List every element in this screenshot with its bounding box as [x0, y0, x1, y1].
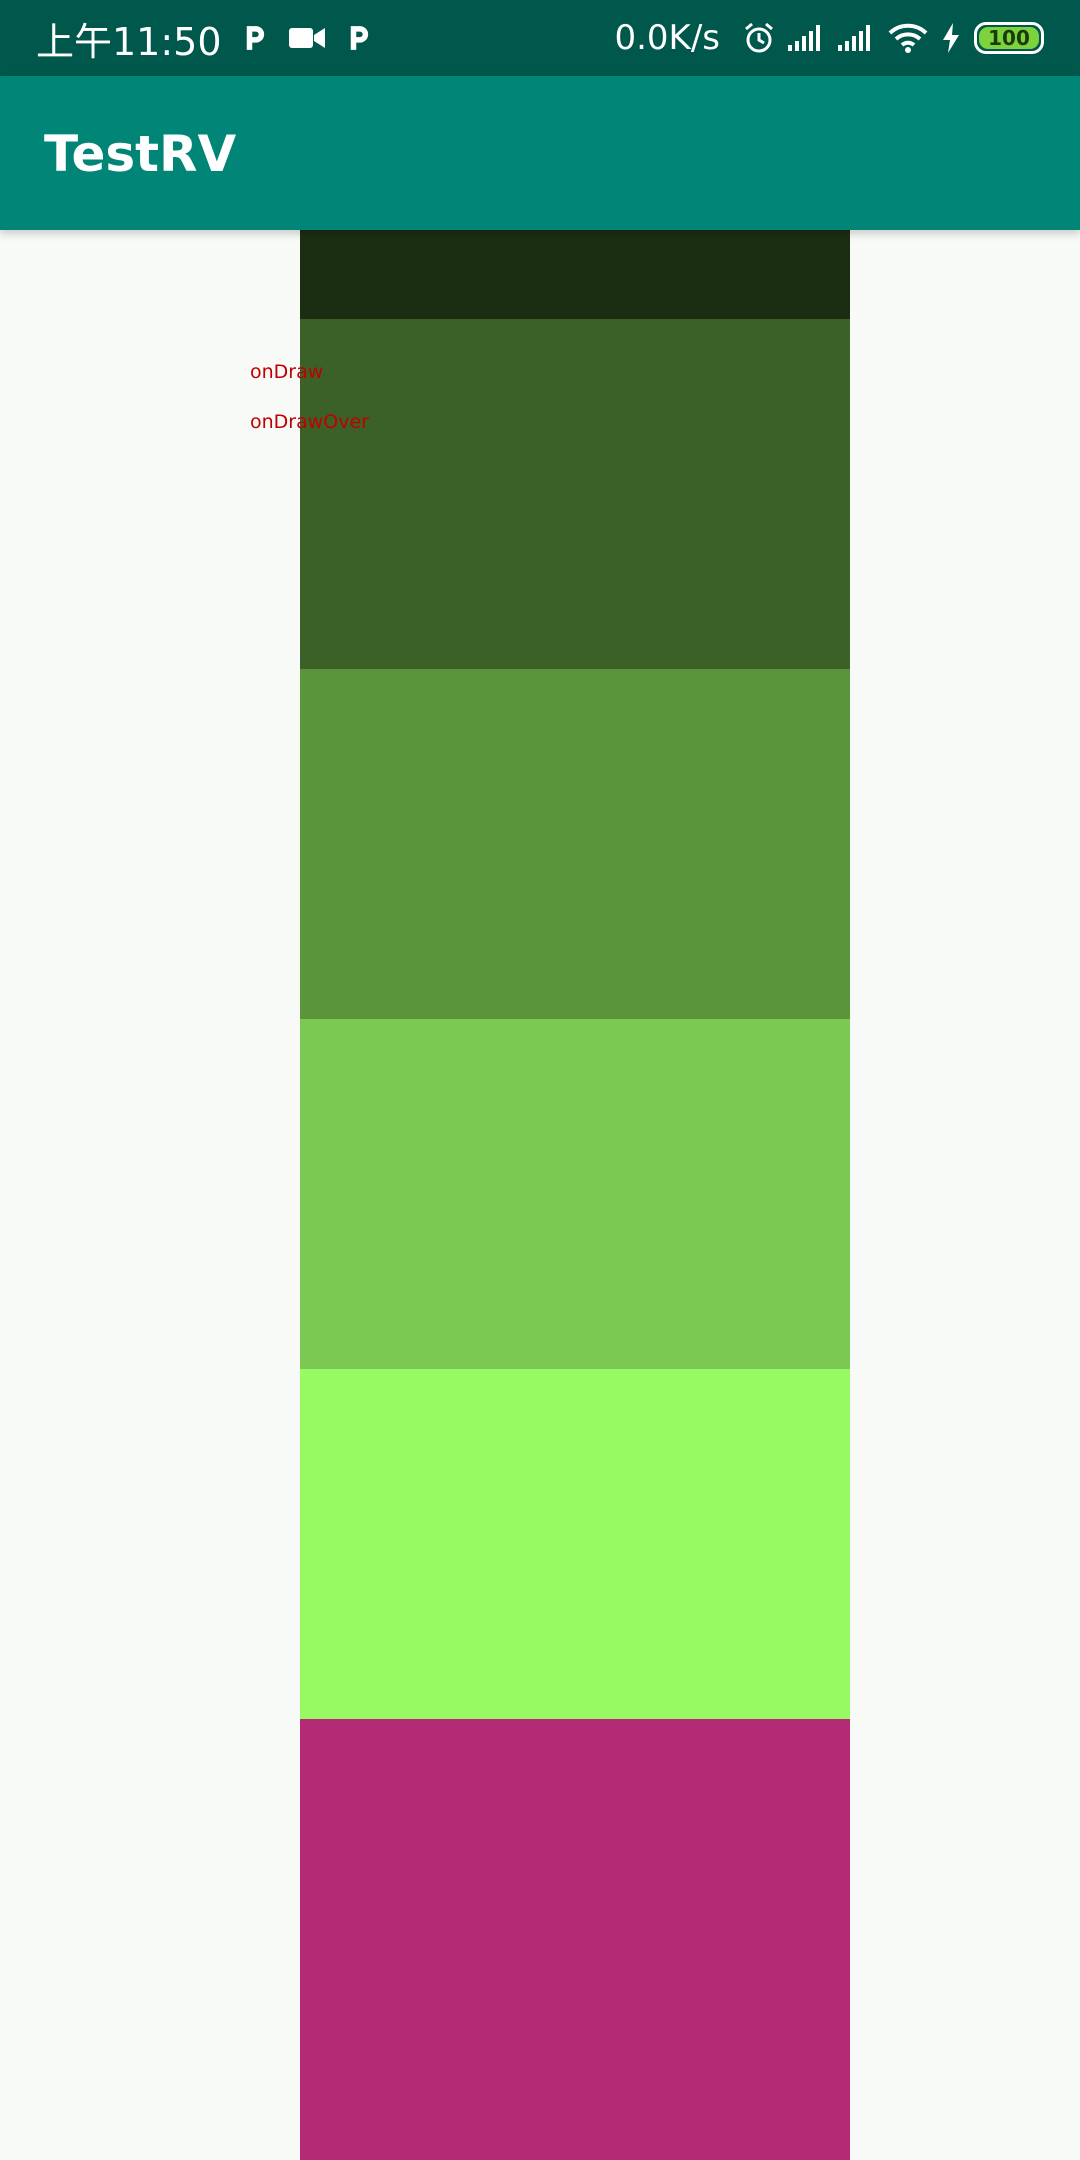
debug-label-ondraw: onDraw	[250, 361, 324, 383]
list-item[interactable]	[300, 1369, 850, 1719]
wifi-icon	[886, 21, 930, 55]
list-item[interactable]	[300, 1019, 850, 1369]
signal-icon	[836, 23, 876, 53]
battery-level: 100	[988, 26, 1030, 50]
recycler-view[interactable]: onDraw onDrawOver	[0, 230, 1080, 2160]
status-bar: 上午11:50 0.0K/s 100	[0, 0, 1080, 76]
p-app-icon	[348, 23, 370, 53]
list-item[interactable]	[300, 230, 850, 319]
screen: 上午11:50 0.0K/s 100 TestRV onDraw onDrawO…	[0, 0, 1080, 2160]
alarm-icon	[742, 21, 776, 55]
signal-icon	[786, 23, 826, 53]
network-speed: 0.0K/s	[614, 18, 720, 58]
charging-icon	[940, 22, 962, 54]
list-item[interactable]	[300, 1719, 850, 2160]
p-app-icon	[244, 23, 266, 53]
battery-indicator: 100	[974, 22, 1044, 54]
status-time: 上午11:50	[36, 19, 222, 64]
app-title: TestRV	[44, 125, 237, 183]
debug-label-ondrawover: onDrawOver	[250, 411, 369, 433]
video-camera-icon	[288, 25, 326, 51]
status-bar-right: 0.0K/s 100	[614, 18, 1044, 58]
status-bar-left: 上午11:50	[36, 11, 370, 66]
app-bar: TestRV	[0, 76, 1080, 230]
list-item[interactable]	[300, 669, 850, 1019]
list-item[interactable]	[300, 319, 850, 669]
